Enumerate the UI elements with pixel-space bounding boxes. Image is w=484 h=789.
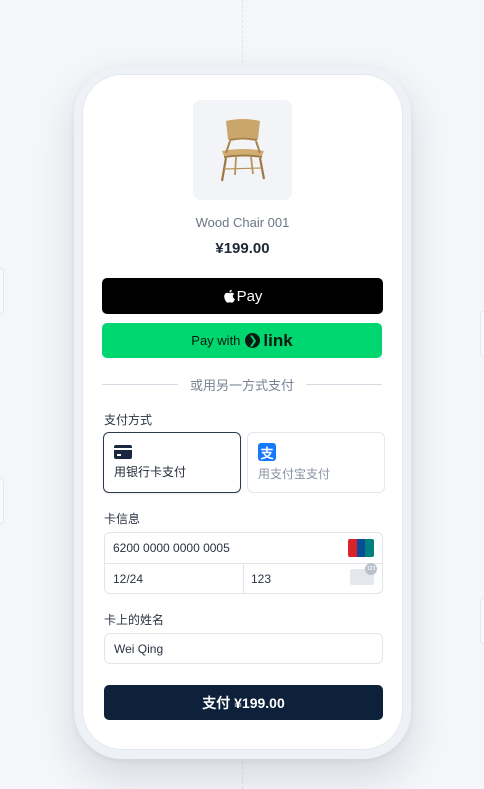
cvc-card-icon (350, 563, 377, 585)
link-arrow-icon: ❯ (245, 333, 261, 348)
divider-line (306, 383, 383, 385)
pay-with-alipay-option[interactable]: 支 用支付宝支付 (247, 432, 385, 493)
link-brand-text: link (263, 330, 293, 350)
edge-tab (0, 478, 4, 524)
link-pay-prefix: Pay with (191, 333, 241, 348)
alipay-icon: 支 (258, 443, 276, 461)
card-number-field[interactable]: 6200 0000 0000 0005 (105, 533, 382, 564)
apple-logo-icon (223, 289, 235, 303)
card-cvc-value[interactable]: 123 (251, 572, 271, 586)
pay-button[interactable]: 支付 ¥199.00 (104, 685, 383, 720)
alternative-payment-divider: 或用另一方式支付 (102, 375, 383, 393)
link-logo: ❯ link (245, 330, 293, 351)
product-image (193, 100, 292, 200)
card-number-value: 6200 0000 0000 0005 (113, 541, 230, 555)
apple-pay-button[interactable]: Pay (102, 278, 383, 314)
edge-tab (480, 598, 484, 644)
unionpay-icon (348, 539, 374, 557)
product-name: Wood Chair 001 (195, 215, 290, 230)
pay-with-card-option[interactable]: 用银行卡支付 (103, 432, 241, 493)
divider-text: 或用另一方式支付 (190, 377, 295, 393)
cardholder-name-label: 卡上的姓名 (104, 613, 165, 627)
pay-with-alipay-label: 用支付宝支付 (258, 467, 331, 481)
cardholder-name-input[interactable]: Wei Qing (104, 633, 383, 664)
apple-pay-label: Pay (236, 287, 263, 305)
card-info-label: 卡信息 (104, 512, 141, 526)
wooden-chair-icon (220, 119, 265, 182)
divider-line (102, 383, 178, 385)
product-price: ¥199.00 (215, 240, 270, 257)
link-pay-button[interactable]: Pay with ❯ link (102, 323, 382, 358)
edge-tab (480, 311, 484, 357)
cardholder-name-value: Wei Qing (114, 641, 164, 656)
credit-card-icon (114, 445, 132, 459)
payment-method-label: 支付方式 (104, 413, 153, 427)
edge-tab (0, 268, 4, 314)
card-info-fields: 6200 0000 0000 0005 12/24 123 (104, 532, 383, 594)
pay-with-card-label: 用银行卡支付 (114, 465, 187, 479)
field-separator (243, 564, 244, 594)
card-expiry-value[interactable]: 12/24 (113, 572, 143, 586)
